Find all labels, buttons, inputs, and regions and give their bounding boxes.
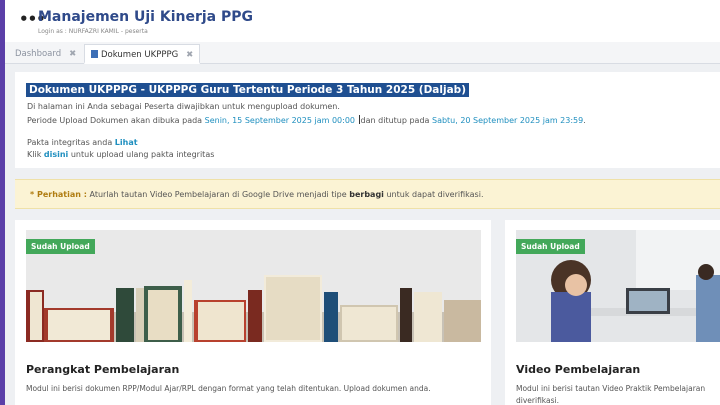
card-perangkat-pembelajaran[interactable]: Sudah Upload Perangkat Pembelajaran Modu… <box>15 220 491 405</box>
lihat-link[interactable]: Lihat <box>115 138 138 147</box>
card-description: Modul ini berisi dokumen RPP/Modul Ajar/… <box>26 384 431 393</box>
card-description: Modul ini berisi tautan Video Praktik Pe… <box>516 384 706 405</box>
upload-prefix: Klik <box>27 150 42 159</box>
card-title[interactable]: Perangkat Pembelajaran <box>26 363 179 376</box>
info-panel: Dokumen UKPPPG - UKPPPG Guru Tertentu Pe… <box>15 72 720 168</box>
app-header: ••• Manajemen Uji Kinerja PPG Login as :… <box>5 0 720 42</box>
tab-dashboard-label: Dashboard <box>15 49 62 59</box>
upload-period-text: Periode Upload Dokumen akan dibuka pada … <box>27 115 586 125</box>
login-info: Login as : NURFAZRI KAMIL - peserta <box>38 28 148 35</box>
tab-dashboard[interactable]: Dashboard ✖ <box>9 44 82 64</box>
upload-status-badge: Sudah Upload <box>26 239 95 254</box>
tab-dokumen-label: Dokumen UKPPPG <box>101 50 179 60</box>
period-prefix: Periode Upload Dokumen akan dibuka pada <box>27 116 203 125</box>
info-text: Di halaman ini Anda sebagai Peserta diwa… <box>27 102 340 111</box>
close-icon[interactable]: ✖ <box>69 49 76 59</box>
tab-dokumen-ukpppg[interactable]: Dokumen UKPPPG ✖ <box>84 44 201 64</box>
app-title: Manajemen Uji Kinerja PPG <box>38 9 253 25</box>
period-mid: dan ditutup pada <box>360 116 430 125</box>
disini-link[interactable]: disini <box>44 150 68 159</box>
notice-banner: * Perhatian : Aturlah tautan Video Pembe… <box>15 179 720 209</box>
notice-text: * Perhatian : Aturlah tautan Video Pembe… <box>30 190 483 199</box>
upload-line: Klik disini untuk upload ulang pakta int… <box>27 150 214 159</box>
notice-text-post: untuk dapat diverifikasi. <box>386 190 484 199</box>
upload-suffix: untuk upload ulang pakta integritas <box>70 150 215 159</box>
students-image: Sudah Upload <box>516 230 720 342</box>
notice-label: * Perhatian : <box>30 190 87 199</box>
notice-bold: berbagi <box>349 190 384 199</box>
tab-bar: Dashboard ✖ Dokumen UKPPPG ✖ <box>5 42 720 64</box>
upload-status-badge: Sudah Upload <box>516 239 585 254</box>
open-date: Senin, 15 September 2025 jam 00:00 <box>204 116 355 125</box>
pakta-line: Pakta integritas anda Lihat <box>27 138 138 147</box>
text-cursor-icon <box>358 115 360 124</box>
document-icon <box>91 50 98 58</box>
pakta-prefix: Pakta integritas anda <box>27 138 113 147</box>
period-end: . <box>583 116 586 125</box>
close-date: Sabtu, 20 September 2025 jam 23:59 <box>431 116 584 125</box>
card-video-pembelajaran[interactable]: Sudah Upload Video Pembelajaran Modul in… <box>505 220 720 405</box>
card-title[interactable]: Video Pembelajaran <box>516 363 640 376</box>
notice-text-pre: Aturlah tautan Video Pembelajaran di Goo… <box>89 190 347 199</box>
close-icon[interactable]: ✖ <box>186 50 193 60</box>
books-image: Sudah Upload <box>26 230 481 342</box>
page-title: Dokumen UKPPPG - UKPPPG Guru Tertentu Pe… <box>26 83 469 97</box>
